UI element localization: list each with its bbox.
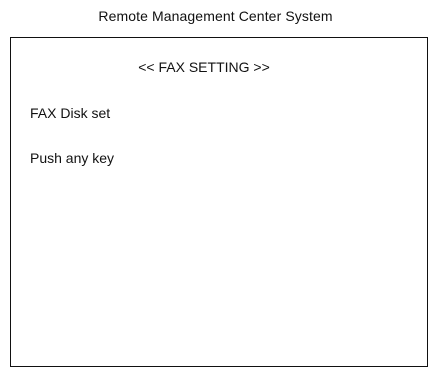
screen-heading: << FAX SETTING >> bbox=[138, 59, 270, 75]
screen-panel: << FAX SETTING >> FAX Disk set Push any … bbox=[10, 37, 428, 367]
prompt-line-push-any-key: Push any key bbox=[30, 150, 115, 166]
status-line-fax-disk-set: FAX Disk set bbox=[30, 105, 111, 121]
app-title: Remote Management Center System bbox=[98, 8, 333, 24]
